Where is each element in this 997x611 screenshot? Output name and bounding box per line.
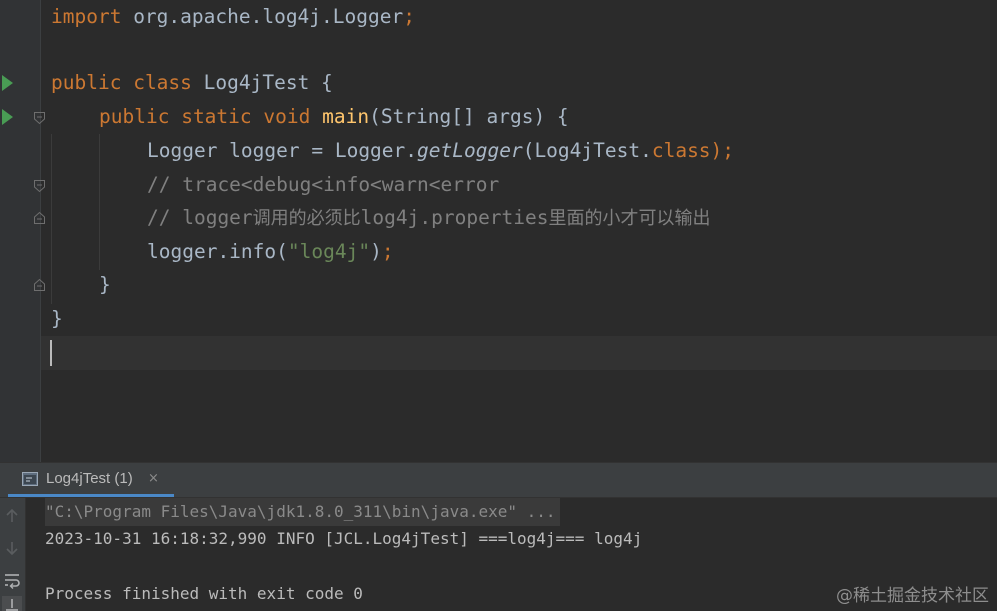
scroll-to-end-icon[interactable] (2, 596, 22, 611)
code-line-close-brace: } (51, 302, 63, 336)
play-icon[interactable] (2, 109, 13, 125)
method-call-token: getLogger (417, 139, 523, 162)
comment-token: log4j.properties (360, 206, 549, 229)
console-command-line: "C:\Program Files\Java\jdk1.8.0_311\bin\… (45, 498, 560, 526)
watermark: @稀土掘金技术社区 (836, 586, 989, 606)
console-log-line: 2023-10-31 16:18:32,990 INFO [JCL.Log4jT… (45, 529, 643, 548)
code-line-logger-info: logger.info("log4j"); (147, 235, 394, 269)
semicolon-token: ); (710, 139, 735, 162)
paren-token: ) (370, 240, 382, 263)
editor-gutter (0, 0, 45, 462)
indent-guide (99, 134, 100, 270)
run-toolbar (0, 498, 26, 611)
comment-token: // trace<debug<info<warn<error (147, 173, 500, 196)
keyword-token: class (133, 71, 192, 94)
ide-window: import org.apache.log4j.Logger; public c… (0, 0, 997, 611)
semicolon-token: ; (403, 5, 415, 28)
package-token: org.apache.log4j.Logger (121, 5, 404, 28)
arrow-down-icon[interactable] (2, 538, 22, 558)
string-literal-token: "log4j" (287, 240, 371, 263)
code-editor[interactable]: import org.apache.log4j.Logger; public c… (0, 0, 997, 462)
fold-open-icon[interactable] (33, 179, 46, 193)
play-icon[interactable] (2, 75, 13, 91)
console-icon (22, 472, 38, 486)
code-line-main-decl: public static void main(String[] args) { (99, 100, 569, 134)
text-caret (50, 340, 52, 366)
comment-token: 调用的必须比 (252, 208, 361, 229)
code-line-class-decl: public class Log4jTest { (51, 66, 333, 100)
code-line-logger-decl: Logger logger = Logger.getLogger(Log4jTe… (147, 134, 734, 168)
comment-token: // logger (147, 206, 253, 229)
keyword-token: void (263, 105, 311, 128)
params-token: (String[] args) { (369, 105, 569, 128)
argument-token: (Log4jTest. (522, 139, 652, 162)
keyword-token: class (651, 139, 711, 162)
code-line-close-brace: } (99, 268, 111, 302)
brace-token: } (99, 273, 111, 296)
comment-token: 里面的小才可以输出 (548, 208, 711, 229)
soft-wrap-icon[interactable] (2, 570, 22, 590)
keyword-token: import (51, 5, 122, 28)
fold-close-icon[interactable] (33, 278, 46, 292)
close-icon[interactable]: × (148, 463, 159, 495)
keyword-token: static (181, 105, 252, 128)
code-line-comment: // logger调用的必须比log4j.properties里面的小才可以输出 (147, 201, 711, 235)
class-name-token: Log4jTest { (191, 71, 333, 94)
keyword-token: public (51, 71, 122, 94)
code-line-comment: // trace<debug<info<warn<error (147, 168, 499, 202)
run-tab-bar: Log4jTest (1) × (0, 463, 997, 498)
semicolon-token: ; (381, 240, 394, 263)
console-exit-line: Process finished with exit code 0 (45, 584, 363, 603)
keyword-token: public (99, 105, 170, 128)
run-tab-label: Log4jTest (1) (46, 470, 133, 487)
declaration-token: Logger logger = Logger. (147, 139, 418, 162)
run-tool-window: Log4jTest (1) × "C:\Program Files\Java\j… (0, 462, 997, 611)
code-line-import: import org.apache.log4j.Logger; (51, 0, 415, 34)
fold-open-icon[interactable] (33, 111, 46, 125)
method-call-token: logger.info( (147, 240, 288, 263)
arrow-up-icon[interactable] (2, 506, 22, 526)
current-line-highlight (41, 336, 997, 370)
method-name-token: main (322, 105, 370, 128)
indent-guide (51, 134, 52, 304)
fold-close-icon[interactable] (33, 211, 46, 225)
brace-token: } (51, 307, 63, 330)
run-tab-log4jtest[interactable]: Log4jTest (1) × (8, 463, 174, 497)
